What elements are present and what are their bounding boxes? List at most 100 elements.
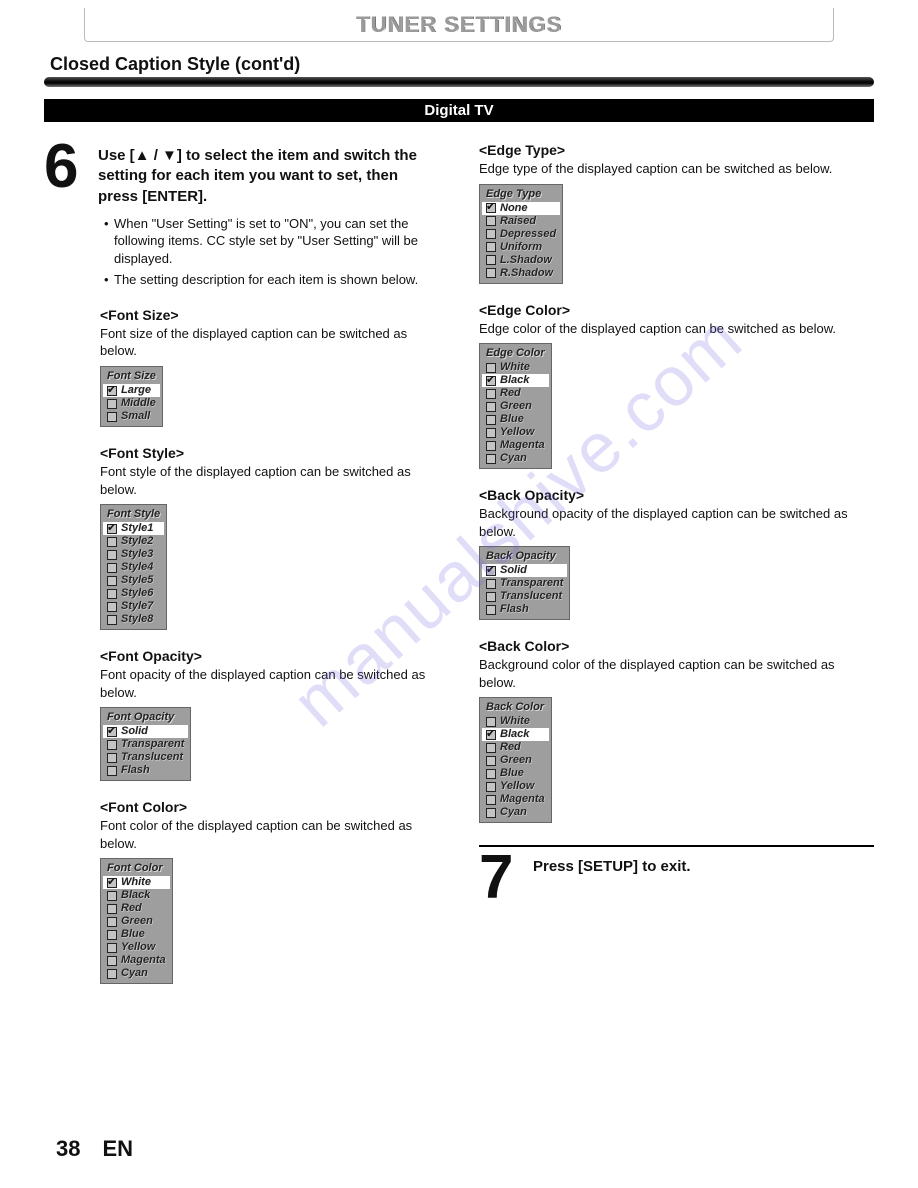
menu-option: Style7 xyxy=(103,600,164,613)
checkbox-icon xyxy=(486,592,496,602)
checkbox-icon xyxy=(107,878,117,888)
menu-option: Middle xyxy=(103,397,160,410)
checkbox-icon xyxy=(107,753,117,763)
menu-title: Font Color xyxy=(103,861,170,876)
menu-option-label: Style1 xyxy=(121,522,153,535)
menu-option: Style4 xyxy=(103,561,164,574)
menu-option: Red xyxy=(103,902,170,915)
menu-option-label: Solid xyxy=(500,564,527,577)
menu-option-label: Transparent xyxy=(500,577,563,590)
menu-option: Large xyxy=(103,384,160,397)
menu-option: Style5 xyxy=(103,574,164,587)
checkbox-icon xyxy=(486,376,496,386)
menu-option: Style2 xyxy=(103,535,164,548)
menu-option-label: Raised xyxy=(500,215,536,228)
menu-option: Depressed xyxy=(482,228,560,241)
menu-option: Blue xyxy=(482,413,549,426)
menu-option: Green xyxy=(482,754,549,767)
bullet-item: When "User Setting" is set to "ON", you … xyxy=(104,215,439,268)
page-footer: 38 EN xyxy=(56,1136,133,1162)
menu-option: Style1 xyxy=(103,522,164,535)
font-opacity-title: <Font Opacity> xyxy=(100,648,439,664)
menu-option: Red xyxy=(482,741,549,754)
checkbox-icon xyxy=(486,579,496,589)
menu-option-label: Small xyxy=(121,410,150,423)
menu-option-label: Style4 xyxy=(121,561,153,574)
bullet-item: The setting description for each item is… xyxy=(104,271,439,289)
menu-option-label: White xyxy=(121,876,151,889)
checkbox-icon xyxy=(486,717,496,727)
menu-option-label: Style7 xyxy=(121,600,153,613)
menu-option: None xyxy=(482,202,560,215)
menu-option-label: Solid xyxy=(121,725,148,738)
checkbox-icon xyxy=(486,428,496,438)
edge-color-section: <Edge Color> Edge color of the displayed… xyxy=(479,302,874,470)
menu-option: Yellow xyxy=(103,941,170,954)
back-opacity-section: <Back Opacity> Background opacity of the… xyxy=(479,487,874,620)
menu-option-label: Cyan xyxy=(121,967,148,980)
checkbox-icon xyxy=(107,412,117,422)
edge-color-menu: Edge Color White Black Red Green Blue Ye… xyxy=(479,343,552,469)
font-size-menu: Font Size Large Middle Small xyxy=(100,366,163,427)
font-size-title: <Font Size> xyxy=(100,307,439,323)
menu-option-label: Translucent xyxy=(500,590,562,603)
checkbox-icon xyxy=(107,386,117,396)
back-color-menu: Back Color White Black Red Green Blue Ye… xyxy=(479,697,552,823)
menu-option-label: Blue xyxy=(500,767,524,780)
font-color-menu: Font Color White Black Red Green Blue Ye… xyxy=(100,858,173,984)
menu-option: L.Shadow xyxy=(482,254,560,267)
menu-option: Magenta xyxy=(103,954,170,967)
menu-option: Black xyxy=(482,728,549,741)
checkbox-icon xyxy=(486,756,496,766)
font-style-desc: Font style of the displayed caption can … xyxy=(100,463,439,498)
checkbox-icon xyxy=(486,454,496,464)
menu-option-label: Yellow xyxy=(121,941,155,954)
menu-option-label: Uniform xyxy=(500,241,542,254)
checkbox-icon xyxy=(486,363,496,373)
menu-title: Edge Color xyxy=(482,346,549,361)
menu-option: Transparent xyxy=(482,577,567,590)
checkbox-icon xyxy=(486,730,496,740)
font-color-desc: Font color of the displayed caption can … xyxy=(100,817,439,852)
checkbox-icon xyxy=(107,766,117,776)
menu-option: Magenta xyxy=(482,439,549,452)
menu-title: Back Opacity xyxy=(482,549,567,564)
checkbox-icon xyxy=(107,589,117,599)
edge-color-desc: Edge color of the displayed caption can … xyxy=(479,320,874,338)
menu-option-label: Flash xyxy=(121,764,150,777)
menu-option-label: Green xyxy=(500,754,532,767)
menu-option: Transparent xyxy=(103,738,188,751)
menu-option: R.Shadow xyxy=(482,267,560,280)
checkbox-icon xyxy=(486,216,496,226)
menu-option-label: Green xyxy=(121,915,153,928)
menu-title: Edge Type xyxy=(482,187,560,202)
menu-option: Cyan xyxy=(482,806,549,819)
menu-option: Uniform xyxy=(482,241,560,254)
menu-title: Font Style xyxy=(103,507,164,522)
menu-option: Blue xyxy=(482,767,549,780)
menu-option: Solid xyxy=(103,725,188,738)
checkbox-icon xyxy=(107,727,117,737)
checkbox-icon xyxy=(107,740,117,750)
menu-option: Black xyxy=(482,374,549,387)
back-color-section: <Back Color> Background color of the dis… xyxy=(479,638,874,823)
menu-option-label: L.Shadow xyxy=(500,254,552,267)
checkbox-icon xyxy=(486,203,496,213)
menu-option: White xyxy=(103,876,170,889)
checkbox-icon xyxy=(486,415,496,425)
menu-option: Solid xyxy=(482,564,567,577)
menu-option-label: Magenta xyxy=(500,793,545,806)
menu-option-label: Style8 xyxy=(121,613,153,626)
menu-option-label: Translucent xyxy=(121,751,183,764)
menu-option: Blue xyxy=(103,928,170,941)
back-color-title: <Back Color> xyxy=(479,638,874,654)
menu-option: Style8 xyxy=(103,613,164,626)
checkbox-icon xyxy=(107,399,117,409)
menu-option-label: Flash xyxy=(500,603,529,616)
menu-option-label: None xyxy=(500,202,528,215)
checkbox-icon xyxy=(107,917,117,927)
font-opacity-desc: Font opacity of the displayed caption ca… xyxy=(100,666,439,701)
menu-option-label: Cyan xyxy=(500,452,527,465)
menu-option-label: Magenta xyxy=(500,439,545,452)
checkbox-icon xyxy=(107,891,117,901)
